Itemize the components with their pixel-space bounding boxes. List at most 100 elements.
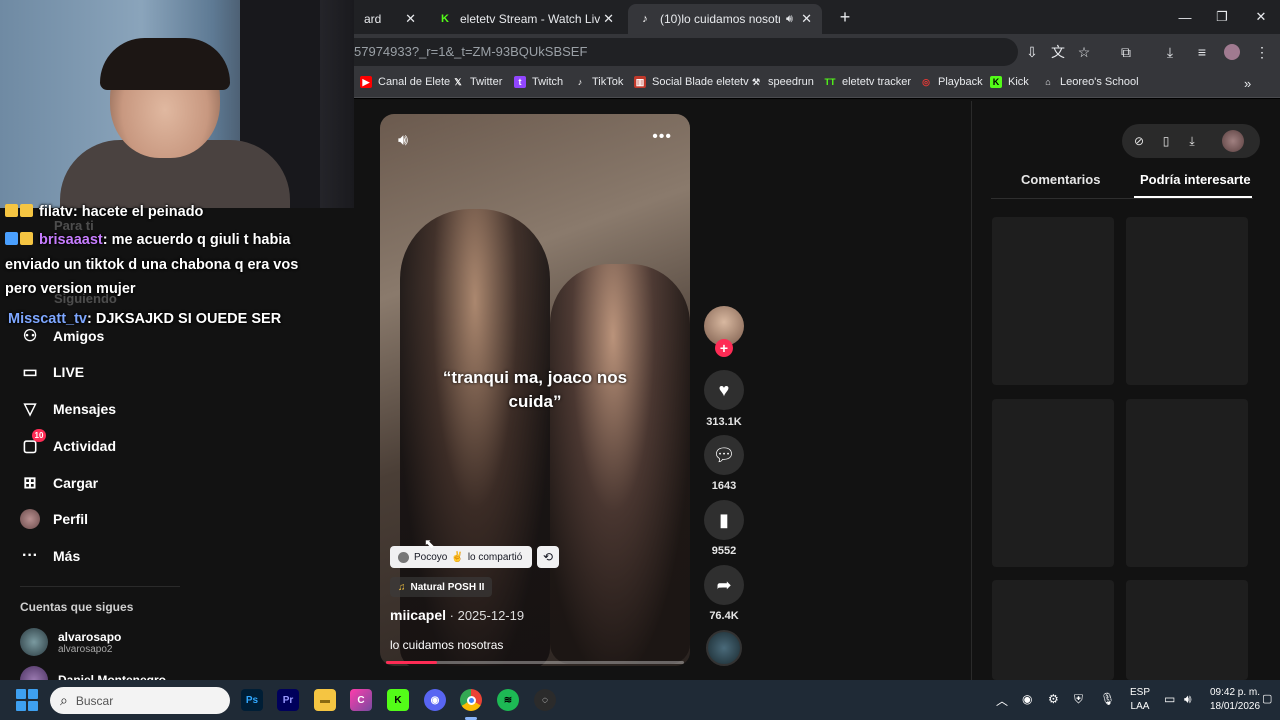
volume-icon[interactable]: 🔊︎ — [398, 132, 408, 150]
chrome-icon[interactable] — [460, 689, 482, 711]
file-explorer-icon[interactable]: ▬ — [314, 689, 336, 711]
sidebar-item-perfil[interactable]: Perfil — [20, 509, 88, 529]
more-options-icon[interactable]: ••• — [652, 128, 672, 146]
discord-icon[interactable]: ◉ — [424, 689, 446, 711]
like-button[interactable]: ♥ — [704, 370, 744, 410]
follow-plus-button[interactable]: + — [715, 339, 733, 357]
video-thumbnail-placeholder[interactable] — [1126, 580, 1248, 680]
video-progress-bar[interactable] — [386, 661, 684, 664]
volume-tray-icon[interactable]: 🔊︎ — [1184, 692, 1192, 707]
browser-tab-kick[interactable]: K eletetv Stream - Watch Live on ✕ — [428, 4, 624, 34]
media-control-icon[interactable]: ≡ — [1192, 42, 1212, 62]
maximize-button[interactable]: ❐ — [1203, 0, 1241, 34]
chrome-menu-icon[interactable]: ⋮ — [1252, 42, 1272, 62]
tracker-icon: TT — [824, 77, 836, 87]
close-window-button[interactable]: ✕ — [1242, 0, 1280, 34]
save-button[interactable]: ▮ — [704, 500, 744, 540]
sidebar-item-mensajes[interactable]: ▽ Mensajes — [20, 399, 116, 419]
browser-tab-tiktok[interactable]: ♪ (10)lo cuidamos nosotras | 🔊︎ ✕ — [628, 4, 822, 34]
comment-button[interactable]: 💬︎ — [704, 435, 744, 475]
autoscroll-icon[interactable]: ⊘ — [1131, 133, 1147, 149]
bookmark-eletetv-tracker[interactable]: TT eletetv tracker — [824, 76, 912, 88]
save-count: 9552 — [711, 545, 737, 557]
bookmark-canal-de-elete[interactable]: ▶ Canal de Elete — [360, 76, 450, 88]
translate-icon[interactable]: 文 — [1048, 42, 1068, 62]
spotify-icon[interactable]: ≋ — [497, 689, 519, 711]
like-count: 313.1K — [706, 416, 742, 428]
tab-comentarios[interactable]: Comentarios — [1021, 172, 1100, 187]
input-language[interactable]: ESP LAA — [1128, 686, 1152, 714]
close-icon[interactable]: ✕ — [603, 11, 614, 27]
streamer-webcam — [0, 0, 354, 208]
obs-icon[interactable]: ◌ — [534, 689, 556, 711]
video-thumbnail-placeholder[interactable] — [992, 399, 1114, 567]
bookmark-social-blade[interactable]: ▥ Social Blade eletetv — [634, 76, 749, 88]
tab-title: ard — [364, 12, 382, 26]
browser-tab-1[interactable]: ard ✕ — [354, 4, 426, 34]
security-tray-icon[interactable]: ⛨ — [1074, 692, 1083, 707]
sidebar-item-live[interactable]: ▭ LIVE — [20, 362, 84, 382]
video-player[interactable]: 🔊︎ ••• “tranqui ma, joaco nos cuida” Poc… — [380, 114, 690, 666]
url-field[interactable]: 57974933?_r=1&_t=ZM-93BQUkSBSEF — [354, 38, 1018, 66]
bookmark-twitch[interactable]: t Twitch — [514, 76, 563, 88]
sidebar-item-label: LIVE — [53, 364, 85, 380]
downloads-icon[interactable]: ⤓ — [1160, 42, 1180, 62]
sound-tag[interactable]: ♫ Natural POSH II — [390, 577, 493, 597]
bookmark-label: TikTok — [592, 76, 624, 88]
following-account[interactable]: alvarosapo alvarosapo2 — [20, 628, 121, 656]
bookmark-twitter[interactable]: 𝕏 Twitter — [452, 76, 502, 88]
taskbar-search[interactable]: ⌕ Buscar — [50, 687, 230, 714]
download-icon[interactable]: ⤓ — [1184, 133, 1200, 149]
kick-icon[interactable]: K — [387, 689, 409, 711]
bookmarks-bar: ▶ Canal de Elete 𝕏 Twitter t Twitch ♪ TikTok… — [354, 70, 1280, 98]
bookmark-leoreos-school[interactable]: ⌂ Leoreo's School — [1042, 76, 1138, 88]
new-tab-button[interactable]: + — [826, 0, 864, 34]
minimize-button[interactable]: — — [1166, 0, 1204, 34]
windows-start-icon[interactable] — [16, 689, 38, 711]
profile-avatar[interactable] — [1222, 42, 1242, 62]
sidebar-item-actividad[interactable]: ▢ 10 Actividad — [20, 429, 117, 456]
video-thumbnail-placeholder[interactable] — [1126, 399, 1248, 567]
bookmark-speedrun[interactable]: ⚒ speedrun — [750, 76, 814, 88]
network-icon[interactable]: ▭ — [1164, 692, 1175, 706]
canva-icon[interactable]: C — [350, 689, 372, 711]
sidebar-item-label: Más — [53, 548, 81, 564]
sidebar-item-mas[interactable]: ··· Más — [20, 546, 80, 566]
sidebar-item-cargar[interactable]: ⊞ Cargar — [20, 473, 98, 493]
video-description: lo cuidamos nosotras — [390, 638, 504, 652]
taskbar-clock[interactable]: 09:42 p. m. 18/01/2026 — [1200, 686, 1270, 714]
shared-by-pill[interactable]: Pocoyo ✌ lo compartió — [390, 546, 533, 568]
share-button[interactable]: ➦ — [704, 565, 744, 605]
more-bookmarks-icon[interactable]: » — [1244, 76, 1251, 91]
heart-icon: ♥ — [718, 379, 730, 400]
video-thumbnail-placeholder[interactable] — [992, 580, 1114, 680]
following-section-title: Cuentas que sigues — [20, 600, 134, 614]
sidebar-item-label: Actividad — [53, 438, 117, 454]
bookmark-playback[interactable]: ◎ Playback — [920, 76, 983, 88]
bookmark-star-icon[interactable]: ☆ — [1074, 42, 1094, 62]
tab-podria-interesarte[interactable]: Podría interesarte — [1140, 172, 1251, 187]
music-disc-icon[interactable] — [706, 630, 742, 666]
avatar[interactable] — [1222, 130, 1244, 152]
discord-tray-icon[interactable]: ◉ — [1022, 692, 1032, 706]
install-app-icon[interactable]: ⇩ — [1022, 42, 1042, 62]
video-thumbnail-placeholder[interactable] — [1126, 217, 1248, 385]
bookmark-kick[interactable]: K Kick — [990, 76, 1029, 88]
repost-icon[interactable]: ⟲ — [537, 546, 559, 568]
tray-overflow-icon[interactable]: ︿ — [996, 692, 1008, 709]
video-author[interactable]: miicapel · 2025-12-19 — [390, 607, 524, 623]
steam-tray-icon[interactable]: ⚙ — [1048, 692, 1059, 706]
bookmark-label: Kick — [1008, 76, 1029, 88]
premiere-icon[interactable]: Pr — [277, 689, 299, 711]
close-icon[interactable]: ✕ — [405, 11, 416, 27]
extensions-icon[interactable]: ⧉ — [1116, 42, 1136, 62]
close-icon[interactable]: ✕ — [801, 11, 812, 27]
tiktok-icon: ♪ — [577, 77, 583, 87]
sound-name: Natural POSH II — [410, 581, 485, 593]
mobile-icon[interactable]: ▯ — [1158, 133, 1174, 149]
microphone-icon[interactable]: 🎙︎ — [1100, 692, 1115, 706]
bookmark-tiktok[interactable]: ♪ TikTok — [574, 76, 624, 88]
photoshop-icon[interactable]: Ps — [241, 689, 263, 711]
video-thumbnail-placeholder[interactable] — [992, 217, 1114, 385]
speaker-icon[interactable]: 🔊︎ — [786, 13, 793, 26]
